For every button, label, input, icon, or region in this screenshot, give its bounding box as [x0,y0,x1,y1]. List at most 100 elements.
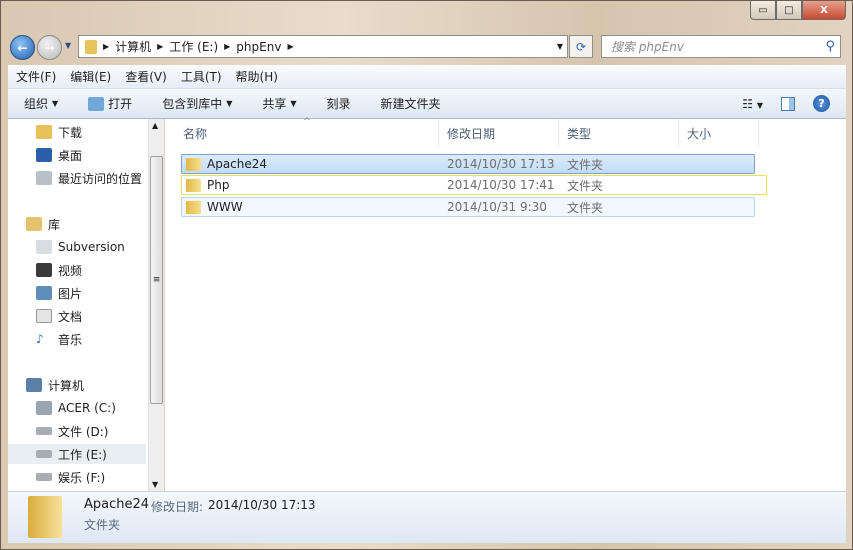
nav-label: 文档 [58,309,83,324]
column-size[interactable]: 大小 [679,119,759,147]
breadcrumb-drive-e[interactable]: 工作 (E:) [169,38,218,55]
back-button[interactable]: ← [10,35,35,60]
chevron-down-icon: ▼ [290,99,297,108]
preview-pane-icon[interactable] [781,96,795,111]
documents-icon [36,309,52,323]
nav-scrollbar[interactable]: ▲ ≡ ▼ [148,119,164,491]
navigation-pane: 下载 桌面 最近访问的位置 库 Subversion 视频 图片 文档 ♪ 音乐 … [8,119,164,491]
open-icon [88,96,105,111]
nav-label: 计算机 [48,378,85,393]
nav-label: 图片 [58,286,83,301]
share-label: 共享 [262,97,287,111]
help-icon[interactable]: ? [813,95,830,112]
document-library-icon [36,240,52,254]
address-dropdown-icon[interactable]: ▼ [557,42,563,51]
chevron-right-icon[interactable]: ▶ [157,42,163,51]
close-button[interactable]: X [802,1,846,20]
caption-buttons: ▭ □ X [750,1,846,20]
column-type[interactable]: 类型 [559,119,679,147]
nav-drive-e[interactable]: 工作 (E:) [8,444,146,464]
drive-icon [36,473,52,481]
file-row[interactable]: Php 2014/10/30 17:41 文件夹 [181,175,767,195]
burn-button[interactable]: 刻录 [327,95,351,112]
scroll-down-icon[interactable]: ▼ [152,480,158,489]
details-pane: Apache24 修改日期: 2014/10/30 17:13 文件夹 [8,491,846,543]
library-icon [26,217,42,231]
command-bar: 组织 ▼ 打开 包含到库中 ▼ 共享 ▼ 刻录 新建文件夹 ☷ ▼ ? [8,89,846,119]
details-name: Apache24 [84,497,150,512]
search-icon[interactable]: ⚲ [825,39,835,54]
open-label: 打开 [108,97,133,111]
search-input[interactable]: 搜索 phpEnv ⚲ [601,35,841,58]
nav-label: 娱乐 (F:) [58,470,106,485]
nav-label: 工作 (E:) [58,447,107,462]
chevron-right-icon[interactable]: ▶ [224,42,230,51]
new-folder-button[interactable]: 新建文件夹 [381,95,441,112]
folder-icon [85,39,97,54]
nav-label: 视频 [58,263,83,278]
nav-computer[interactable]: 计算机 [26,375,164,395]
address-bar[interactable]: ▶ 计算机 ▶ 工作 (E:) ▶ phpEnv ▶ ▼ [78,35,568,58]
organize-button[interactable]: 组织 ▼ [24,95,58,112]
nav-label: 最近访问的位置 [58,171,143,186]
open-button[interactable]: 打开 [88,95,132,112]
menu-edit[interactable]: 编辑(E) [70,68,111,85]
scroll-up-icon[interactable]: ▲ [152,121,158,130]
computer-icon [26,378,42,392]
column-date[interactable]: 修改日期 [439,119,559,147]
file-name: Apache24 [207,157,268,171]
maximize-button[interactable]: □ [776,1,802,20]
file-list: ^ 名称 修改日期 类型 大小 Apache24 2014/10/30 17:13… [165,117,846,491]
download-folder-icon [36,125,52,139]
chevron-right-icon[interactable]: ▶ [103,42,109,51]
share-button[interactable]: 共享 ▼ [262,95,296,112]
view-options-icon[interactable]: ☷ ▼ [742,97,763,111]
system-drive-icon [36,401,52,415]
drive-icon [36,427,52,435]
file-name: WWW [207,200,243,214]
nav-label: 文件 (D:) [58,424,109,439]
folder-icon [28,496,62,538]
pictures-icon [36,286,52,300]
chevron-right-icon[interactable]: ▶ [287,42,293,51]
menu-view[interactable]: 查看(V) [125,68,167,85]
organize-label: 组织 [24,97,49,111]
menu-file[interactable]: 文件(F) [16,68,56,85]
breadcrumb-computer[interactable]: 计算机 [115,38,151,55]
menu-help[interactable]: 帮助(H) [236,68,278,85]
file-name: Php [207,178,230,192]
details-type: 文件夹 [84,518,121,532]
file-date: 2014/10/30 17:41 [447,178,555,192]
file-date: 2014/10/31 9:30 [447,200,547,214]
chevron-down-icon: ▼ [226,99,233,108]
recent-places-icon [36,171,52,185]
desktop-icon [36,148,52,162]
nav-label: 下载 [58,125,83,140]
nav-label: 音乐 [58,332,83,347]
breadcrumb-phpenv[interactable]: phpEnv [236,40,281,54]
file-row[interactable]: WWW 2014/10/31 9:30 文件夹 [181,197,755,217]
chevron-down-icon: ▼ [52,99,59,108]
column-name[interactable]: 名称 [175,119,439,147]
details-date: 2014/10/30 17:13 [208,498,316,512]
nav-label: Subversion [58,240,125,254]
menu-bar: 文件(F) 编辑(E) 查看(V) 工具(T) 帮助(H) [8,65,846,89]
minimize-button[interactable]: ▭ [750,1,776,20]
nav-libraries[interactable]: 库 [26,214,164,234]
video-icon [36,263,52,277]
refresh-button[interactable]: ⟳ [569,35,593,58]
folder-icon [186,200,201,214]
file-row[interactable]: Apache24 2014/10/30 17:13 文件夹 [181,154,755,174]
nav-label: 库 [48,217,61,232]
include-in-library-button[interactable]: 包含到库中 ▼ [162,95,232,112]
include-label: 包含到库中 [162,97,223,111]
folder-icon [186,157,201,171]
scrollbar-thumb[interactable]: ≡ [150,156,163,404]
menu-tools[interactable]: 工具(T) [181,68,222,85]
file-type: 文件夹 [567,157,604,172]
file-type: 文件夹 [567,178,604,193]
forward-button[interactable]: → [37,35,62,60]
explorer-window: ▭ □ X ← → ▼ ▶ 计算机 ▶ 工作 (E:) ▶ phpEnv ▶ ▼… [0,0,853,550]
recent-pages-dropdown[interactable]: ▼ [65,41,71,50]
search-placeholder: 搜索 phpEnv [611,40,684,54]
